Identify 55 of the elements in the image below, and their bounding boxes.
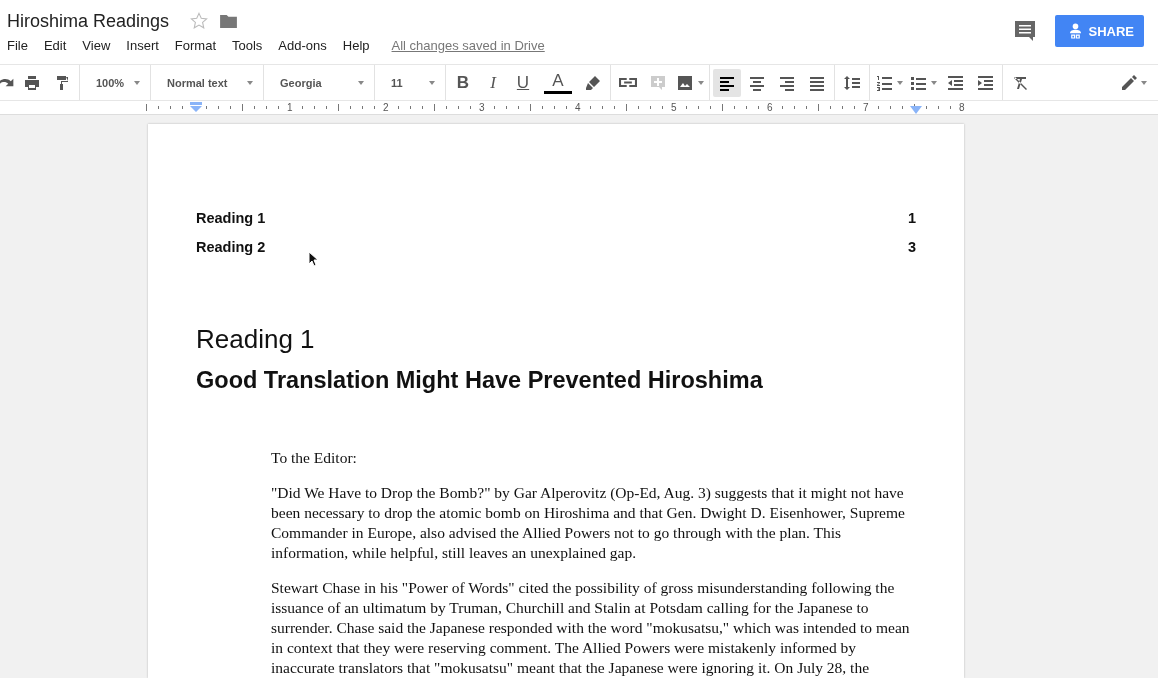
star-icon[interactable] [190, 12, 209, 30]
ruler-number: 8 [958, 101, 966, 114]
link-icon [619, 78, 637, 87]
article-title: Good Translation Might Have Prevented Hiroshima [196, 367, 764, 394]
image-icon [676, 73, 694, 92]
menu-item[interactable]: Insert [126, 38, 159, 53]
save-status-link[interactable]: All changes saved in Drive [391, 38, 545, 53]
paragraph: Stewart Chase in his "Power of Words" cited the possibility of gross misunderstanding following the issuance of an ultimatum by Truman, Churchill and Stalin at Potsdam calling for the Japanese to surrender. Chase said the Japanese responded with the word "mokusatsu," which was intended to mean in context that they were reserving comment. The Allied Powers were mistakenly informed by inaccurate translators that "mokusatsu" meant that the Japanese were ignoring it. On July 28, the [271, 578, 911, 678]
toolbar-dropdown[interactable]: Georgia [266, 68, 372, 97]
marker-icon [584, 73, 602, 92]
menu-item[interactable]: Format [174, 38, 216, 53]
indent-marker-icon[interactable] [190, 102, 202, 112]
increase-indent-icon [976, 73, 994, 92]
ruler-number: 4 [574, 101, 582, 114]
menu-item[interactable]: File [7, 38, 28, 53]
ruler-number: 1 [286, 101, 294, 114]
toc-page-number: 3 [907, 239, 916, 255]
menu-item[interactable]: Edit [43, 38, 67, 53]
paragraph: To the Editor: [271, 448, 358, 468]
section-heading: Reading 1 [196, 324, 316, 355]
toolbar-dropdown[interactable]: 11 [377, 68, 443, 97]
comments-icon[interactable] [1015, 21, 1036, 41]
mouse-cursor-icon [308, 251, 318, 267]
bold-button[interactable]: B [449, 68, 477, 97]
line-spacing-icon [843, 73, 861, 92]
menu-item[interactable]: View [82, 38, 111, 53]
ruler-number: 2 [382, 101, 390, 114]
person-icon [1069, 22, 1083, 40]
document-title[interactable]: Hiroshima Readings [7, 10, 170, 32]
underline-button[interactable]: U [509, 68, 537, 97]
share-button[interactable]: SHARE [1055, 15, 1144, 47]
italic-button[interactable]: I [479, 68, 507, 97]
ruler-number: 3 [478, 101, 486, 114]
decrease-indent-icon [946, 73, 964, 92]
toc-entry[interactable]: Reading 2 [196, 239, 266, 255]
toolbar-dropdown[interactable]: 100% [82, 68, 148, 97]
numbered-list-icon [875, 73, 893, 92]
menu-item[interactable]: Help [342, 38, 370, 53]
ruler-number: 6 [766, 101, 774, 114]
pencil-icon [1119, 73, 1137, 92]
menu-item[interactable]: Tools [232, 38, 263, 53]
toc-page-number: 1 [907, 210, 916, 226]
align-left-button[interactable] [713, 68, 741, 97]
ruler-number: 7 [862, 101, 870, 114]
text-color-button[interactable]: A [544, 71, 572, 94]
add-comment-icon [649, 73, 667, 92]
menu-item[interactable]: Add-ons [278, 38, 327, 53]
paragraph: "Did We Have to Drop the Bomb?" by Gar Alperovitz (Op-Ed, Aug. 3) suggests that it might not have been necessary to drop the atomic bomb on Hiroshima and that Gen. Dwight D. Eisenhower, Supreme Commander in Europe, also advised the Allied Powers not to go through with the plan. This information, while helpful, still leaves an unexplained gap. [271, 483, 906, 563]
print-icon [23, 73, 41, 92]
indent-marker-icon[interactable] [910, 106, 922, 114]
toc-entry[interactable]: Reading 1 [196, 210, 266, 226]
redo-icon [0, 78, 14, 87]
ruler-number: 5 [670, 101, 678, 114]
toolbar-dropdown[interactable]: Normal text [153, 68, 261, 97]
folder-icon[interactable] [220, 14, 238, 28]
